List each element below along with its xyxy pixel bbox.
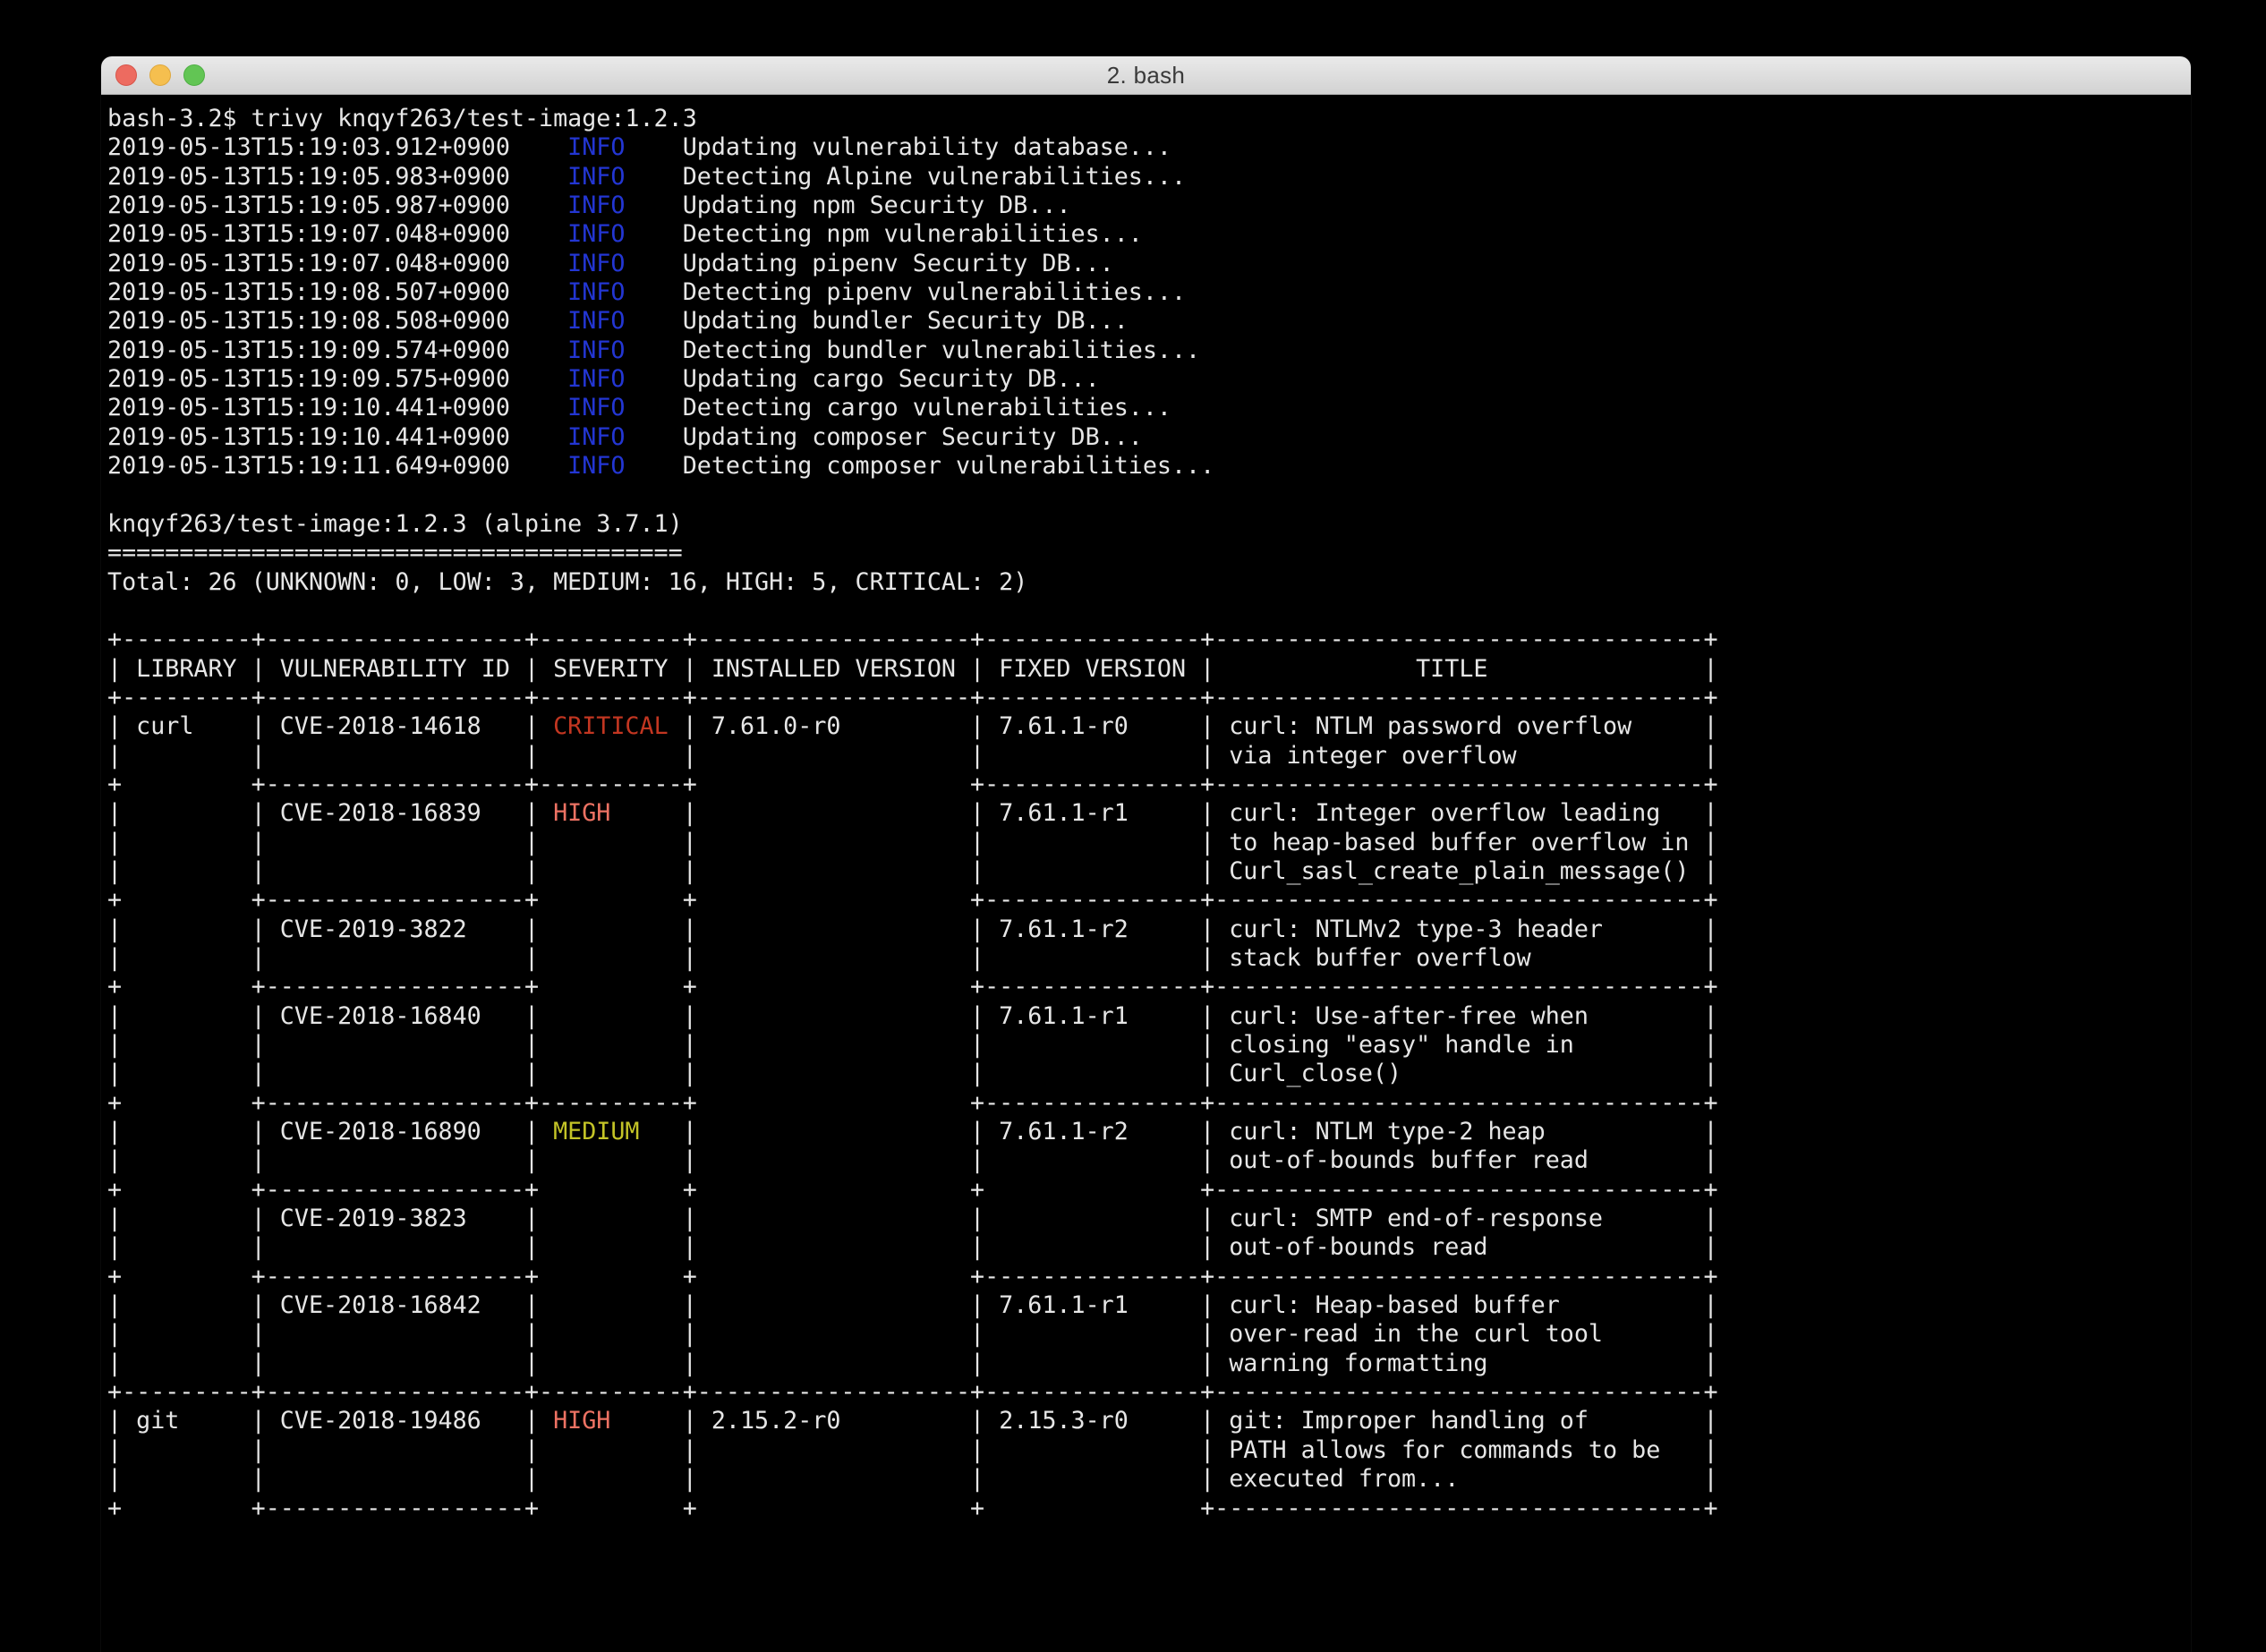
terminal-line: | LIBRARY | VULNERABILITY ID | SEVERITY … bbox=[107, 655, 2191, 684]
terminal-line: | | | | | | stack buffer overflow | bbox=[107, 944, 2191, 973]
desktop: 2. bash bash-3.2$ trivy knqyf263/test-im… bbox=[0, 0, 2266, 1652]
terminal-line: | | CVE-2019-3822 | | | 7.61.1-r2 | curl… bbox=[107, 915, 2191, 944]
log-level-info: INFO bbox=[567, 278, 625, 306]
log-level-info: INFO bbox=[567, 394, 625, 422]
terminal-window: 2. bash bash-3.2$ trivy knqyf263/test-im… bbox=[101, 56, 2191, 1652]
terminal-line: | | | | | | executed from... | bbox=[107, 1465, 2191, 1494]
log-level-info: INFO bbox=[567, 365, 625, 393]
terminal-line: + +------------------+----------+ +-----… bbox=[107, 771, 2191, 799]
terminal-line: | | | | | | warning formatting | bbox=[107, 1350, 2191, 1378]
terminal-line: | git | CVE-2018-19486 | HIGH | 2.15.2-r… bbox=[107, 1407, 2191, 1435]
terminal-line: +---------+------------------+----------… bbox=[107, 684, 2191, 712]
severity-medium: MEDIUM bbox=[553, 1118, 639, 1145]
terminal-line: | | CVE-2019-3823 | | | | curl: SMTP end… bbox=[107, 1205, 2191, 1233]
titlebar[interactable]: 2. bash bbox=[101, 56, 2191, 95]
log-level-info: INFO bbox=[567, 220, 625, 248]
severity-critical: CRITICAL bbox=[553, 712, 669, 740]
terminal-line: 2019-05-13T15:19:10.441+0900 INFO Detect… bbox=[107, 394, 2191, 422]
log-level-info: INFO bbox=[567, 250, 625, 277]
terminal-line: 2019-05-13T15:19:07.048+0900 INFO Updati… bbox=[107, 250, 2191, 278]
terminal-line: ======================================== bbox=[107, 539, 2191, 567]
severity-high: HIGH bbox=[553, 1407, 610, 1435]
terminal-line: 2019-05-13T15:19:07.048+0900 INFO Detect… bbox=[107, 220, 2191, 249]
terminal-line: + +------------------+ + + +------------… bbox=[107, 1176, 2191, 1205]
terminal-line bbox=[107, 481, 2191, 509]
log-level-info: INFO bbox=[567, 423, 625, 451]
traffic-lights bbox=[115, 64, 205, 86]
log-level-info: INFO bbox=[567, 336, 625, 364]
terminal-line: 2019-05-13T15:19:08.508+0900 INFO Updati… bbox=[107, 307, 2191, 336]
zoom-button[interactable] bbox=[183, 64, 205, 86]
terminal-line: | | | | | | Curl_close() | bbox=[107, 1060, 2191, 1088]
minimize-button[interactable] bbox=[149, 64, 171, 86]
terminal-line: bash-3.2$ trivy knqyf263/test-image:1.2.… bbox=[107, 105, 2191, 133]
terminal-line: | | | | | | to heap-based buffer overflo… bbox=[107, 829, 2191, 857]
severity-high: HIGH bbox=[553, 799, 610, 827]
terminal-line: + +------------------+ + +--------------… bbox=[107, 973, 2191, 1001]
terminal-line: +---------+------------------+----------… bbox=[107, 1378, 2191, 1407]
terminal-line: | | | | | | Curl_sasl_create_plain_messa… bbox=[107, 857, 2191, 886]
terminal-line: knqyf263/test-image:1.2.3 (alpine 3.7.1) bbox=[107, 510, 2191, 539]
window-title: 2. bash bbox=[1107, 62, 1185, 89]
terminal-line bbox=[107, 597, 2191, 626]
terminal-line: | | | | | | out-of-bounds read | bbox=[107, 1233, 2191, 1262]
log-level-info: INFO bbox=[567, 133, 625, 161]
terminal-line: 2019-05-13T15:19:08.507+0900 INFO Detect… bbox=[107, 278, 2191, 307]
log-level-info: INFO bbox=[567, 192, 625, 219]
terminal-line: 2019-05-13T15:19:09.575+0900 INFO Updati… bbox=[107, 365, 2191, 394]
terminal-line: | | | | | | out-of-bounds buffer read | bbox=[107, 1146, 2191, 1175]
terminal-line: | | CVE-2018-16840 | | | 7.61.1-r1 | cur… bbox=[107, 1002, 2191, 1031]
terminal-line: +---------+------------------+----------… bbox=[107, 626, 2191, 654]
terminal-line: | | | | | | closing "easy" handle in | bbox=[107, 1031, 2191, 1060]
log-level-info: INFO bbox=[567, 307, 625, 335]
terminal-line: 2019-05-13T15:19:10.441+0900 INFO Updati… bbox=[107, 423, 2191, 452]
terminal-line: 2019-05-13T15:19:05.983+0900 INFO Detect… bbox=[107, 163, 2191, 192]
terminal-line: + +------------------+----------+ +-----… bbox=[107, 1089, 2191, 1118]
terminal-line: | | CVE-2018-16842 | | | 7.61.1-r1 | cur… bbox=[107, 1291, 2191, 1320]
terminal-line: | | | | | | PATH allows for commands to … bbox=[107, 1436, 2191, 1465]
terminal-line: | curl | CVE-2018-14618 | CRITICAL | 7.6… bbox=[107, 712, 2191, 741]
terminal-line: + +------------------+ + + +------------… bbox=[107, 1494, 2191, 1523]
close-button[interactable] bbox=[115, 64, 137, 86]
terminal-line: 2019-05-13T15:19:05.987+0900 INFO Updati… bbox=[107, 192, 2191, 220]
terminal-screen[interactable]: bash-3.2$ trivy knqyf263/test-image:1.2.… bbox=[101, 95, 2191, 1523]
terminal-line: 2019-05-13T15:19:11.649+0900 INFO Detect… bbox=[107, 452, 2191, 481]
log-level-info: INFO bbox=[567, 452, 625, 480]
terminal-line: | | | | | | over-read in the curl tool | bbox=[107, 1320, 2191, 1349]
terminal-line: + +------------------+ + +--------------… bbox=[107, 1263, 2191, 1291]
terminal-line: Total: 26 (UNKNOWN: 0, LOW: 3, MEDIUM: 1… bbox=[107, 568, 2191, 597]
terminal-line: + +------------------+ + +--------------… bbox=[107, 886, 2191, 915]
terminal-line: | | CVE-2018-16839 | HIGH | | 7.61.1-r1 … bbox=[107, 799, 2191, 828]
terminal-line: | | | | | | via integer overflow | bbox=[107, 742, 2191, 771]
log-level-info: INFO bbox=[567, 163, 625, 191]
terminal-line: 2019-05-13T15:19:03.912+0900 INFO Updati… bbox=[107, 133, 2191, 162]
terminal-line: | | CVE-2018-16890 | MEDIUM | | 7.61.1-r… bbox=[107, 1118, 2191, 1146]
terminal-line: 2019-05-13T15:19:09.574+0900 INFO Detect… bbox=[107, 336, 2191, 365]
